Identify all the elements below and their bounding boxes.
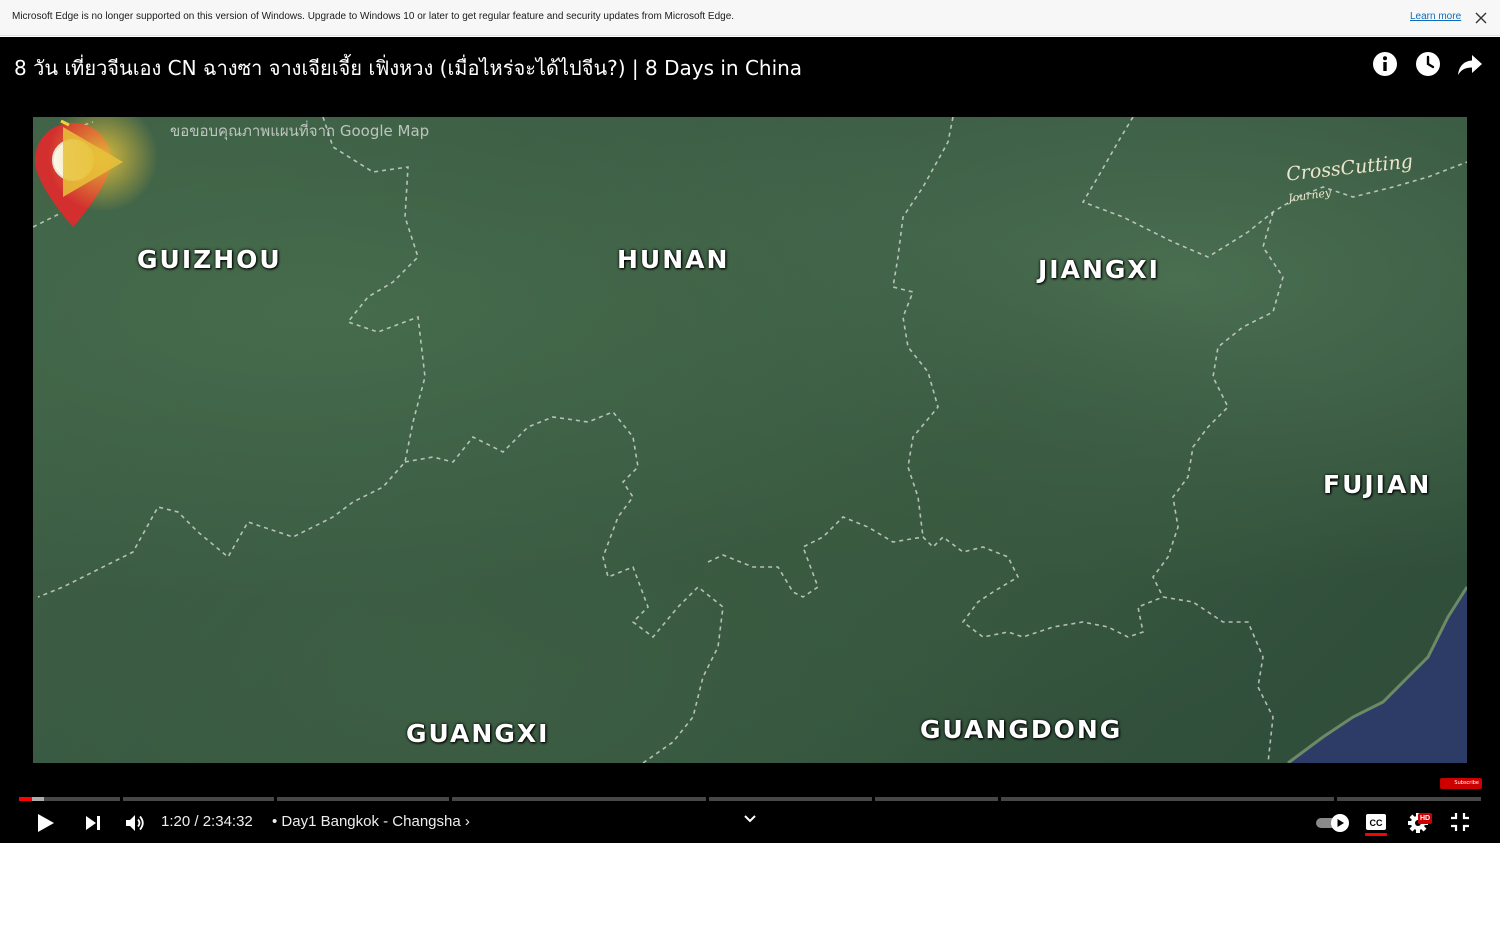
chevron-down-icon[interactable]	[743, 813, 757, 825]
chapter-segment[interactable]	[1337, 797, 1481, 801]
share-icon[interactable]	[1457, 51, 1483, 77]
chapter-segment[interactable]	[1001, 797, 1334, 801]
label-hunan: HUNAN	[617, 245, 730, 274]
chapter-segment[interactable]	[452, 797, 706, 801]
volume-icon[interactable]	[124, 812, 146, 834]
info-icon[interactable]	[1372, 51, 1398, 77]
close-icon[interactable]	[1473, 10, 1489, 26]
province-borders	[33, 117, 1467, 763]
next-icon[interactable]	[83, 813, 103, 833]
browser-update-banner: Microsoft Edge is no longer supported on…	[0, 0, 1500, 36]
cc-active-indicator	[1365, 833, 1387, 836]
subscribe-badge[interactable]: Subscribe	[1440, 778, 1482, 789]
map-credit: ขอขอบคุณภาพแผนที่จาก Google Map	[170, 122, 430, 140]
video-frame[interactable]: ขอขอบคุณภาพแผนที่จาก Google Map GUIZHOU …	[33, 117, 1467, 763]
clock-icon[interactable]	[1415, 51, 1441, 77]
autoplay-toggle-icon[interactable]	[1314, 812, 1352, 834]
chapter-segment[interactable]	[875, 797, 998, 801]
chapter-title-button[interactable]: • Day1 Bangkok - Changsha ›	[272, 813, 470, 830]
current-time: 1:20	[161, 813, 191, 830]
label-jiangxi: JIANGXI	[1038, 255, 1160, 284]
label-fujian: FUJIAN	[1323, 470, 1432, 499]
cc-icon[interactable]: CC	[1365, 813, 1387, 831]
exit-fullscreen-icon[interactable]	[1450, 812, 1470, 832]
progress-bar[interactable]	[19, 797, 1481, 801]
learn-more-link[interactable]: Learn more	[1410, 11, 1461, 22]
time-separator: /	[194, 813, 199, 830]
time-display: 1:20 / 2:34:32	[161, 813, 253, 830]
play-icon[interactable]	[34, 812, 56, 834]
banner-message: Microsoft Edge is no longer supported on…	[12, 11, 735, 22]
svg-text:CC: CC	[1370, 818, 1383, 828]
duration: 2:34:32	[202, 813, 253, 830]
hd-badge: HD	[1418, 813, 1433, 824]
label-guizhou: GUIZHOU	[137, 245, 282, 274]
chapter-segment[interactable]	[277, 797, 449, 801]
video-title[interactable]: 8 วัน เที่ยวจีนเอง CN ฉางซา จางเจียเจี้ย…	[14, 52, 802, 84]
video-player[interactable]: 8 วัน เที่ยวจีนเอง CN ฉางซา จางเจียเจี้ย…	[0, 37, 1500, 843]
chapter-segment[interactable]	[123, 797, 274, 801]
chapter-segment[interactable]	[709, 797, 872, 801]
label-guangxi: GUANGXI	[406, 719, 550, 748]
channel-watermark-logo	[48, 117, 158, 212]
progress-fill	[19, 797, 32, 801]
label-guangdong: GUANGDONG	[920, 715, 1123, 744]
